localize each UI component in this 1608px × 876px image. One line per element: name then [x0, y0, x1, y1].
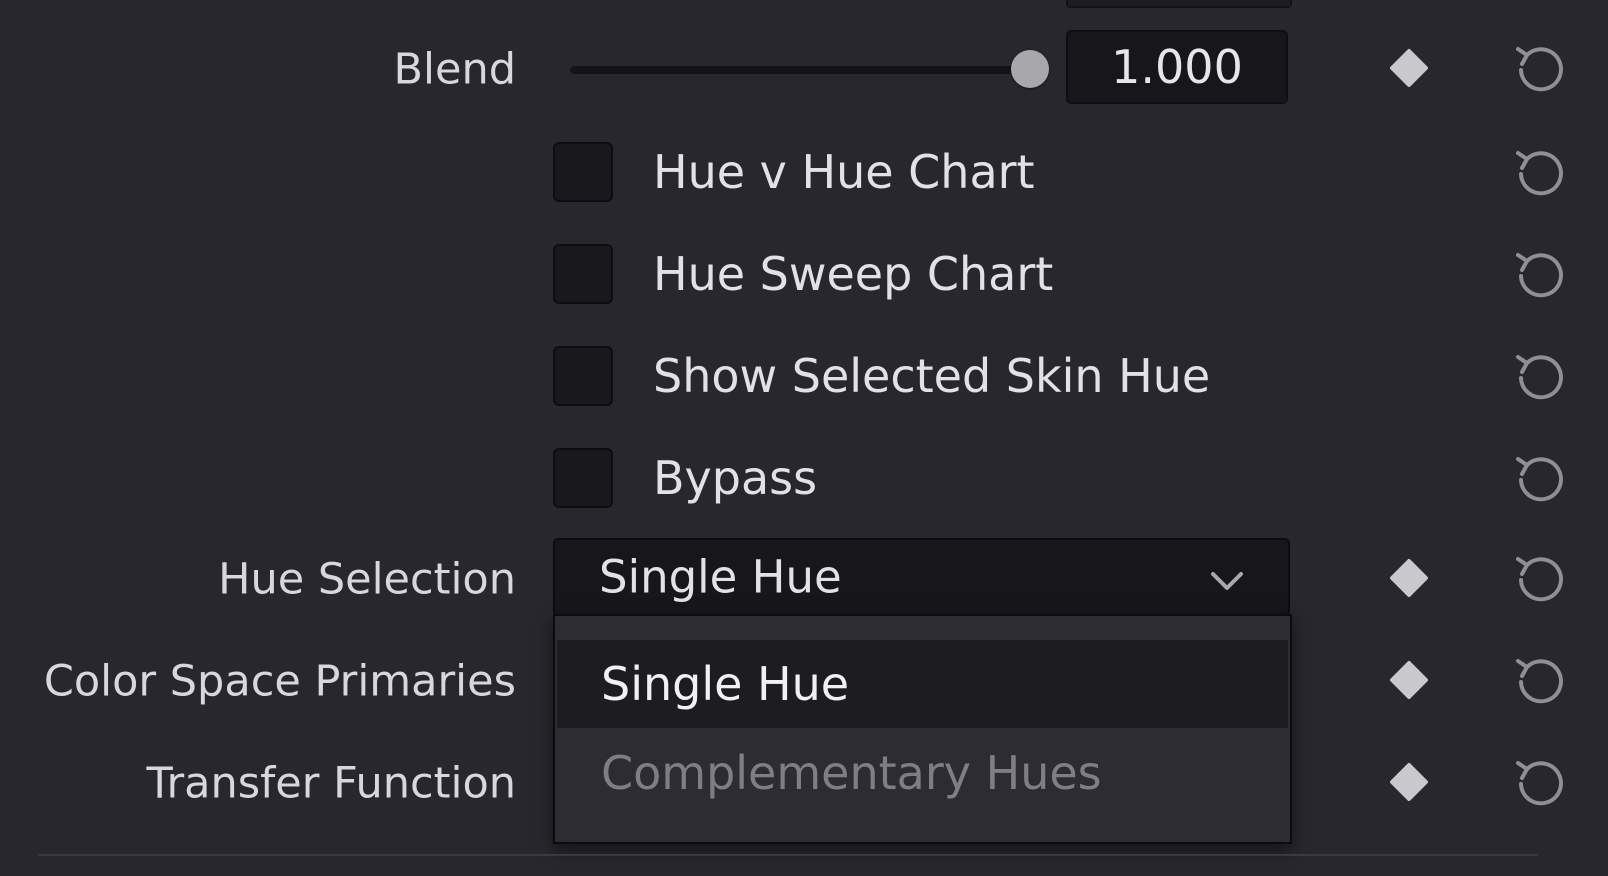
reset-icon[interactable]	[1510, 649, 1572, 711]
previous-field-edge	[1066, 0, 1292, 8]
blend-slider[interactable]	[570, 50, 1049, 88]
hue-selection-dropdown[interactable]: Single Hue	[553, 538, 1290, 616]
reset-icon[interactable]	[1510, 37, 1572, 99]
keyframe-diamond-icon[interactable]	[1389, 48, 1429, 88]
chevron-down-icon[interactable]	[1207, 562, 1247, 602]
checkbox-hue-v-hue-chart[interactable]	[553, 142, 613, 202]
hue-selection-menu: Single Hue Complementary Hues	[553, 614, 1292, 844]
inspector-panel: Blend 1.000 Hue v Hue Chart Hue Sweep Ch…	[0, 0, 1608, 876]
divider	[38, 854, 1538, 856]
reset-icon[interactable]	[1510, 141, 1572, 203]
reset-icon[interactable]	[1510, 447, 1572, 509]
checkbox-show-selected-skin-hue[interactable]	[553, 346, 613, 406]
checkbox-label: Bypass	[653, 451, 818, 505]
menu-item-single-hue[interactable]: Single Hue	[557, 640, 1288, 728]
dropdown-selected-value: Single Hue	[599, 550, 842, 604]
checkbox-label: Show Selected Skin Hue	[653, 349, 1211, 403]
checkbox-label: Hue Sweep Chart	[653, 247, 1054, 301]
menu-item-complementary-hues[interactable]: Complementary Hues	[557, 728, 1288, 818]
checkbox-hue-sweep-chart[interactable]	[553, 244, 613, 304]
menu-item-label: Complementary Hues	[601, 746, 1102, 800]
blend-value-field[interactable]: 1.000	[1066, 30, 1288, 104]
reset-icon[interactable]	[1510, 243, 1572, 305]
keyframe-diamond-icon[interactable]	[1389, 762, 1429, 802]
slider-handle[interactable]	[1011, 50, 1049, 88]
transfer-function-label: Transfer Function	[146, 758, 516, 809]
slider-track[interactable]	[570, 66, 1036, 74]
checkbox-label: Hue v Hue Chart	[653, 145, 1035, 199]
keyframe-diamond-icon[interactable]	[1389, 660, 1429, 700]
menu-item-label: Single Hue	[601, 657, 850, 711]
hue-selection-label: Hue Selection	[218, 554, 516, 605]
checkbox-bypass[interactable]	[553, 448, 613, 508]
reset-icon[interactable]	[1510, 547, 1572, 609]
reset-icon[interactable]	[1510, 751, 1572, 813]
keyframe-diamond-icon[interactable]	[1389, 558, 1429, 598]
color-space-primaries-label: Color Space Primaries	[43, 656, 516, 707]
reset-icon[interactable]	[1510, 345, 1572, 407]
blend-label: Blend	[393, 44, 516, 95]
